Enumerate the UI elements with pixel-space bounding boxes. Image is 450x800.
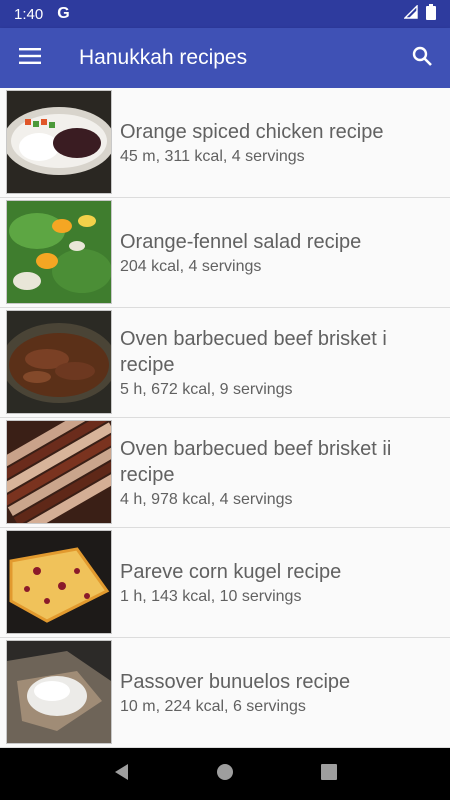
recipe-title: Orange spiced chicken recipe	[120, 121, 384, 143]
recipe-details: 5 h, 672 kcal, 9 servings	[120, 381, 293, 398]
recents-icon[interactable]	[320, 763, 337, 785]
google-icon: G	[57, 5, 70, 22]
recipe-thumbnail	[6, 200, 112, 304]
menu-button[interactable]	[0, 28, 60, 88]
battery-icon	[426, 4, 436, 24]
signal-icon	[403, 4, 418, 23]
recipe-thumbnail	[6, 530, 112, 634]
list-item[interactable]: Pareve corn kugel recipe 1 h, 143 kcal, …	[0, 528, 450, 638]
recipe-list: Orange spiced chicken recipe 45 m, 311 k…	[0, 88, 450, 748]
recipe-thumbnail	[6, 310, 112, 414]
recipe-details: 1 h, 143 kcal, 10 servings	[120, 588, 302, 605]
recipe-details: 204 kcal, 4 servings	[120, 258, 262, 275]
list-item[interactable]: Orange spiced chicken recipe 45 m, 311 k…	[0, 88, 450, 198]
recipe-title: Oven barbecued beef brisket ii recipe	[120, 438, 392, 486]
list-item[interactable]: Oven barbecued beef brisket ii recipe 4 …	[0, 418, 450, 528]
search-icon	[412, 46, 432, 71]
recipe-title: Passover bunuelos recipe	[120, 671, 351, 693]
search-button[interactable]	[394, 28, 450, 88]
recipe-thumbnail	[6, 420, 112, 524]
app-bar: Hanukkah recipes	[0, 28, 450, 88]
recipe-details: 4 h, 978 kcal, 4 servings	[120, 491, 293, 508]
navigation-bar	[0, 748, 450, 800]
hamburger-menu-icon	[19, 47, 41, 69]
recipe-thumbnail	[6, 640, 112, 744]
list-item[interactable]: Oven barbecued beef brisket i recipe 5 h…	[0, 308, 450, 418]
recipe-title: Oven barbecued beef brisket i recipe	[120, 328, 387, 376]
recipe-thumbnail	[6, 90, 112, 194]
status-bar: 1:40 G	[0, 0, 450, 28]
recipe-details: 10 m, 224 kcal, 6 servings	[120, 698, 306, 715]
list-item[interactable]: Orange-fennel salad recipe 204 kcal, 4 s…	[0, 198, 450, 308]
page-title: Hanukkah recipes	[79, 46, 248, 69]
home-icon[interactable]	[216, 763, 234, 786]
status-time: 1:40	[14, 5, 44, 23]
back-icon[interactable]	[113, 763, 129, 786]
list-item[interactable]: Passover bunuelos recipe 10 m, 224 kcal,…	[0, 638, 450, 748]
recipe-title: Pareve corn kugel recipe	[120, 561, 342, 583]
recipe-details: 45 m, 311 kcal, 4 servings	[120, 148, 305, 165]
recipe-title: Orange-fennel salad recipe	[120, 231, 362, 253]
